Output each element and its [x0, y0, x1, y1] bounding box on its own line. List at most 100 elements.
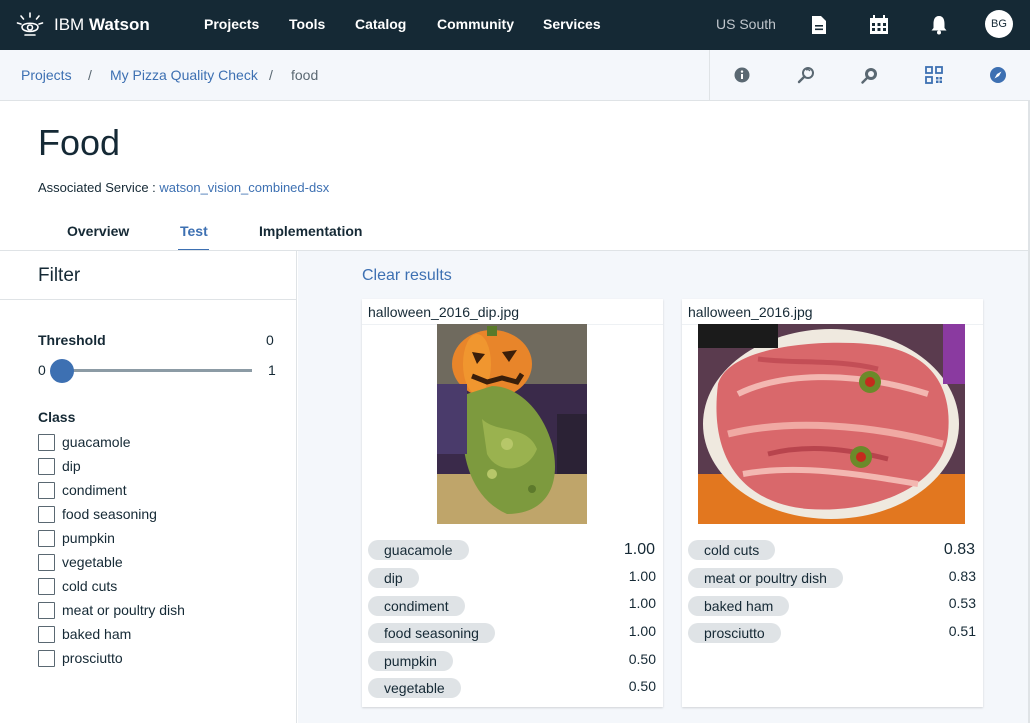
checkbox[interactable]: [38, 553, 55, 571]
class-score: 0.83: [948, 568, 976, 584]
threshold-label: Threshold: [38, 332, 106, 348]
breadcrumb-separator: /: [269, 67, 273, 83]
checkbox-label: baked ham: [62, 626, 132, 642]
checkbox-label: prosciutto: [62, 650, 123, 666]
class-label: Class: [38, 409, 76, 425]
tab-overview[interactable]: Overview: [67, 223, 129, 239]
project-tools: [709, 50, 1030, 100]
search-history-icon[interactable]: [795, 64, 817, 86]
class-score: 1.00: [628, 623, 656, 639]
class-checkbox-guacamole[interactable]: guacamole: [38, 433, 131, 451]
class-score: 1.00: [628, 568, 656, 584]
checkbox[interactable]: [38, 505, 55, 523]
class-score: 0.83: [943, 541, 975, 558]
nav-projects[interactable]: Projects: [204, 16, 259, 32]
class-score: 0.50: [628, 678, 656, 694]
checkbox[interactable]: [38, 649, 55, 667]
class-tag[interactable]: food seasoning: [368, 623, 495, 643]
class-tag[interactable]: cold cuts: [688, 540, 776, 560]
class-checkbox-food-seasoning[interactable]: food seasoning: [38, 505, 157, 523]
nav-services[interactable]: Services: [543, 16, 601, 32]
checkbox-label: meat or poultry dish: [62, 602, 185, 618]
associated-service: Associated Service : watson_vision_combi…: [38, 180, 329, 195]
prosciutto-platter-image: [698, 324, 965, 524]
filter-divider: [0, 299, 296, 300]
result-card: halloween_2016_dip.jpg guacamole 1.00 di…: [362, 299, 663, 707]
bell-icon[interactable]: [926, 12, 952, 38]
compass-icon[interactable]: [987, 64, 1009, 86]
breadcrumb-current: food: [291, 67, 319, 83]
class-checkbox-meat-or-poultry-dish[interactable]: meat or poultry dish: [38, 601, 185, 619]
region-selector[interactable]: US South: [716, 16, 776, 32]
checkbox[interactable]: [38, 433, 55, 451]
pumpkin-dip-image: [437, 324, 587, 524]
class-score: 1.00: [628, 595, 656, 611]
class-tag[interactable]: baked ham: [688, 596, 790, 616]
tab-implementation[interactable]: Implementation: [259, 223, 362, 239]
slider-min-label: 0: [38, 362, 46, 378]
results-area: Clear results halloween_2016_dip.jpg gua…: [298, 251, 1028, 723]
threshold-slider-thumb[interactable]: [50, 359, 74, 383]
user-avatar[interactable]: BG: [985, 10, 1013, 38]
class-checkbox-vegetable[interactable]: vegetable: [38, 553, 123, 571]
nav-community[interactable]: Community: [437, 16, 514, 32]
checkbox[interactable]: [38, 481, 55, 499]
find-replace-icon[interactable]: [859, 64, 881, 86]
nav-tools[interactable]: Tools: [289, 16, 325, 32]
info-icon[interactable]: [731, 64, 753, 86]
checkbox-label: guacamole: [62, 434, 131, 450]
breadcrumb-separator: /: [88, 67, 92, 83]
checkbox[interactable]: [38, 601, 55, 619]
nav-catalog[interactable]: Catalog: [355, 16, 406, 32]
brand-name: IBM Watson: [54, 15, 150, 34]
class-checkbox-baked-ham[interactable]: baked ham: [38, 625, 131, 643]
checkbox-label: cold cuts: [62, 578, 118, 594]
class-checkbox-pumpkin[interactable]: pumpkin: [38, 529, 115, 547]
threshold-slider-track[interactable]: [58, 369, 252, 372]
checkbox-label: pumpkin: [62, 530, 115, 546]
checkbox-label: dip: [62, 458, 81, 474]
checkbox-label: vegetable: [62, 554, 123, 570]
image-filename: halloween_2016_dip.jpg: [368, 304, 520, 320]
checkbox-label: food seasoning: [62, 506, 157, 522]
associated-service-label: Associated Service :: [38, 180, 160, 195]
checkbox-label: condiment: [62, 482, 127, 498]
class-tag[interactable]: meat or poultry dish: [688, 568, 843, 588]
class-checkbox-dip[interactable]: dip: [38, 457, 81, 475]
checkbox[interactable]: [38, 457, 55, 475]
filter-panel: Filter Threshold 0 0 1 Class guacamole d…: [0, 251, 297, 723]
breadcrumb-projects-link[interactable]: Projects: [21, 67, 72, 83]
watson-logo-icon: [16, 12, 44, 36]
class-tag[interactable]: condiment: [368, 596, 465, 616]
class-score: 0.53: [948, 595, 976, 611]
result-card: halloween_2016.jpg cold cuts 0.83 meat o…: [682, 299, 983, 707]
breadcrumb-project-link[interactable]: My Pizza Quality Check: [110, 67, 258, 83]
class-score: 0.51: [948, 623, 976, 639]
checkbox[interactable]: [38, 625, 55, 643]
tab-test[interactable]: Test: [180, 223, 208, 239]
class-tag[interactable]: guacamole: [368, 540, 469, 560]
threshold-value: 0: [266, 332, 274, 348]
class-checkbox-condiment[interactable]: condiment: [38, 481, 127, 499]
calendar-grid-icon[interactable]: [866, 12, 892, 38]
top-navigation-bar: IBM Watson Projects Tools Catalog Commun…: [0, 0, 1030, 50]
slider-max-label: 1: [268, 362, 276, 378]
checkbox[interactable]: [38, 577, 55, 595]
class-checkbox-prosciutto[interactable]: prosciutto: [38, 649, 123, 667]
qr-scan-icon[interactable]: [923, 64, 945, 86]
class-tag[interactable]: prosciutto: [688, 623, 781, 643]
clear-results-link[interactable]: Clear results: [362, 267, 452, 285]
class-tag[interactable]: dip: [368, 568, 419, 588]
class-tag[interactable]: vegetable: [368, 678, 461, 698]
class-checkbox-cold-cuts[interactable]: cold cuts: [38, 577, 117, 595]
filter-title: Filter: [38, 265, 81, 286]
document-icon[interactable]: [806, 12, 832, 38]
page-title: Food: [38, 122, 121, 163]
class-tag[interactable]: pumpkin: [368, 651, 453, 671]
breadcrumb: Projects / My Pizza Quality Check / food: [0, 50, 1030, 101]
associated-service-link[interactable]: watson_vision_combined-dsx: [159, 180, 329, 195]
class-score: 0.50: [628, 651, 656, 667]
image-filename: halloween_2016.jpg: [688, 304, 813, 320]
ibm-watson-brand[interactable]: IBM Watson: [16, 11, 150, 39]
checkbox[interactable]: [38, 529, 55, 547]
